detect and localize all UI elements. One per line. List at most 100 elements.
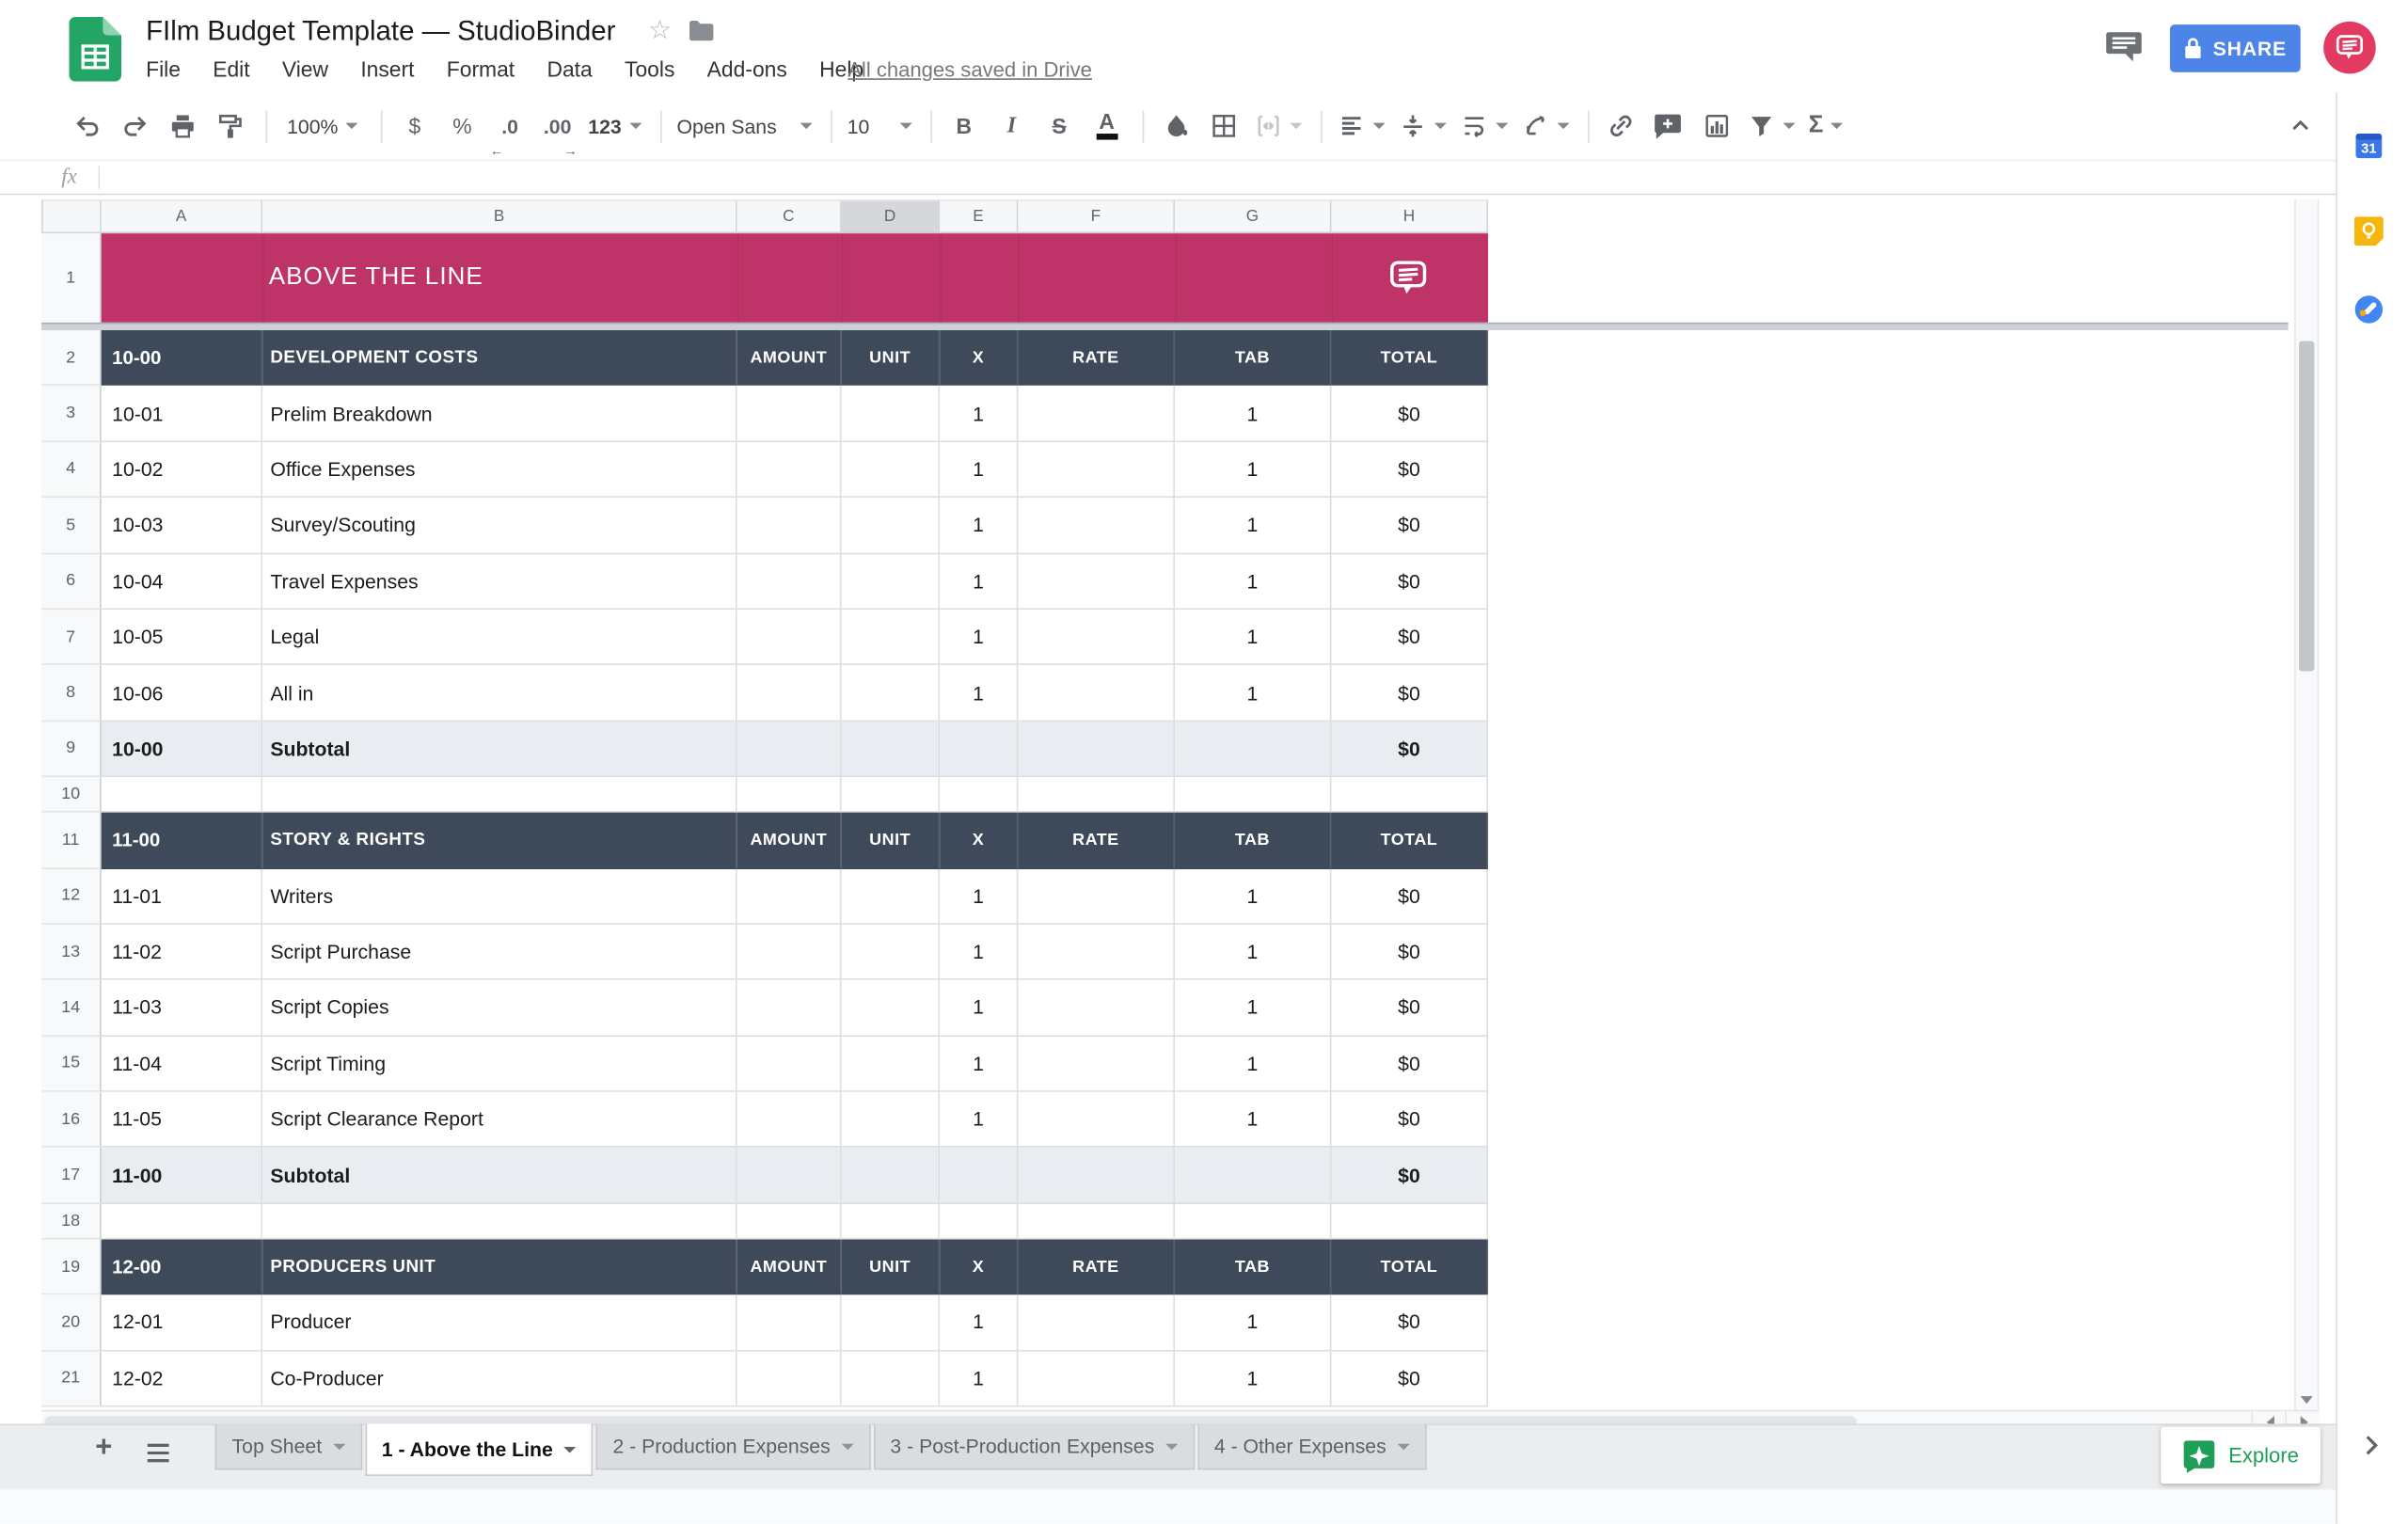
- sheet-tab-menu-icon[interactable]: [841, 1443, 853, 1450]
- cell-C12[interactable]: [737, 868, 842, 924]
- cell-H11[interactable]: TOTAL: [1332, 813, 1489, 868]
- cell-B16[interactable]: Script Clearance Report: [262, 1092, 737, 1148]
- sheet-tab-1-above-the-line[interactable]: 1 - Above the Line: [365, 1423, 593, 1476]
- cell-D2[interactable]: UNIT: [842, 330, 940, 386]
- row-number-4[interactable]: 4: [41, 442, 102, 498]
- cell-C20[interactable]: [737, 1295, 842, 1351]
- row-number-12[interactable]: 12: [41, 868, 102, 924]
- cell-D15[interactable]: [842, 1037, 940, 1092]
- cell-C2[interactable]: AMOUNT: [737, 330, 842, 386]
- cell-D5[interactable]: [842, 498, 940, 553]
- column-header-B[interactable]: B: [262, 199, 737, 233]
- text-color-icon[interactable]: A: [1090, 106, 1124, 146]
- cell-E8[interactable]: 1: [940, 665, 1018, 721]
- row-number-9[interactable]: 9: [41, 722, 102, 777]
- document-title[interactable]: FIlm Budget Template — StudioBinder: [146, 15, 615, 47]
- sheets-logo-icon[interactable]: [69, 17, 121, 89]
- insert-link-icon[interactable]: [1605, 106, 1639, 146]
- format-currency-icon[interactable]: $: [398, 106, 432, 146]
- cell-F17[interactable]: [1018, 1148, 1175, 1203]
- menu-format[interactable]: Format: [447, 56, 515, 81]
- cell-G6[interactable]: 1: [1175, 554, 1332, 610]
- collapse-toolbar-icon[interactable]: [2284, 106, 2318, 146]
- cell-H19[interactable]: TOTAL: [1332, 1239, 1489, 1294]
- cell-A2[interactable]: 10-00: [102, 330, 262, 386]
- cell-F16[interactable]: [1018, 1092, 1175, 1148]
- calendar-icon[interactable]: 31: [2354, 131, 2384, 167]
- cell-F8[interactable]: [1018, 665, 1175, 721]
- row-number-11[interactable]: 11: [41, 813, 102, 868]
- cell-B17[interactable]: Subtotal: [262, 1148, 737, 1203]
- cell-H5[interactable]: $0: [1332, 498, 1489, 553]
- expand-panel-chevron-icon[interactable]: [2357, 1432, 2384, 1468]
- cell-B7[interactable]: Legal: [262, 610, 737, 665]
- cell-E14[interactable]: 1: [940, 980, 1018, 1036]
- share-button[interactable]: SHARE: [2170, 24, 2301, 72]
- cell-C13[interactable]: [737, 925, 842, 980]
- cell-F7[interactable]: [1018, 610, 1175, 665]
- cell-G15[interactable]: 1: [1175, 1037, 1332, 1092]
- cell-B19[interactable]: PRODUCERS UNIT: [262, 1239, 737, 1294]
- cell-D18[interactable]: [842, 1204, 940, 1240]
- cell-H12[interactable]: $0: [1332, 868, 1489, 924]
- cell-B14[interactable]: Script Copies: [262, 980, 737, 1036]
- cell-D19[interactable]: UNIT: [842, 1239, 940, 1294]
- cell-B13[interactable]: Script Purchase: [262, 925, 737, 980]
- cell-D3[interactable]: [842, 386, 940, 441]
- sheet-tab-menu-icon[interactable]: [563, 1446, 576, 1453]
- row-number-2[interactable]: 2: [41, 330, 102, 386]
- filter-icon[interactable]: [1747, 106, 1795, 146]
- insert-comment-icon[interactable]: [1652, 106, 1686, 146]
- cell-B21[interactable]: Co-Producer: [262, 1351, 737, 1406]
- cell-G12[interactable]: 1: [1175, 868, 1332, 924]
- cell-F19[interactable]: RATE: [1018, 1239, 1175, 1294]
- menu-add-ons[interactable]: Add-ons: [707, 56, 787, 81]
- cell-A20[interactable]: 12-01: [102, 1295, 262, 1351]
- cell-C21[interactable]: [737, 1351, 842, 1406]
- column-header-H[interactable]: H: [1332, 199, 1489, 233]
- menu-edit[interactable]: Edit: [213, 56, 249, 81]
- cell-D16[interactable]: [842, 1092, 940, 1148]
- cell-H15[interactable]: $0: [1332, 1037, 1489, 1092]
- undo-icon[interactable]: [71, 106, 104, 146]
- menu-tools[interactable]: Tools: [625, 56, 674, 81]
- menu-file[interactable]: File: [146, 56, 181, 81]
- cell-C11[interactable]: AMOUNT: [737, 813, 842, 868]
- column-header-E[interactable]: E: [940, 199, 1018, 233]
- select-all-corner[interactable]: [41, 199, 102, 233]
- row-number-18[interactable]: 18: [41, 1204, 102, 1240]
- row-number-20[interactable]: 20: [41, 1295, 102, 1351]
- insert-chart-icon[interactable]: [1700, 106, 1734, 146]
- cell-G4[interactable]: 1: [1175, 442, 1332, 498]
- font-select[interactable]: Open Sans: [677, 106, 813, 146]
- cell-H8[interactable]: $0: [1332, 665, 1489, 721]
- row-number-5[interactable]: 5: [41, 498, 102, 553]
- text-wrap-icon[interactable]: [1460, 106, 1508, 146]
- cell-G18[interactable]: [1175, 1204, 1332, 1240]
- cell-E11[interactable]: X: [940, 813, 1018, 868]
- cell-A21[interactable]: 12-02: [102, 1351, 262, 1406]
- cell-A12[interactable]: 11-01: [102, 868, 262, 924]
- comment-history-icon[interactable]: [2105, 31, 2142, 71]
- cell-F12[interactable]: [1018, 868, 1175, 924]
- cell-H9[interactable]: $0: [1332, 722, 1489, 777]
- column-header-D[interactable]: D: [842, 199, 940, 233]
- add-sheet-icon[interactable]: +: [95, 1432, 112, 1466]
- borders-icon[interactable]: [1207, 106, 1241, 146]
- font-size-select[interactable]: 10: [848, 106, 912, 146]
- cell-D4[interactable]: [842, 442, 940, 498]
- cell-E12[interactable]: 1: [940, 868, 1018, 924]
- cell-A8[interactable]: 10-06: [102, 665, 262, 721]
- cell-F9[interactable]: [1018, 722, 1175, 777]
- cell-B11[interactable]: STORY & RIGHTS: [262, 813, 737, 868]
- cell-G19[interactable]: TAB: [1175, 1239, 1332, 1294]
- cell-C10[interactable]: [737, 777, 842, 813]
- cell-E6[interactable]: 1: [940, 554, 1018, 610]
- account-avatar[interactable]: [2323, 22, 2376, 74]
- cell-B10[interactable]: [262, 777, 737, 813]
- cell-D12[interactable]: [842, 868, 940, 924]
- cell-F18[interactable]: [1018, 1204, 1175, 1240]
- cell-F6[interactable]: [1018, 554, 1175, 610]
- cell-B12[interactable]: Writers: [262, 868, 737, 924]
- cell-E17[interactable]: [940, 1148, 1018, 1203]
